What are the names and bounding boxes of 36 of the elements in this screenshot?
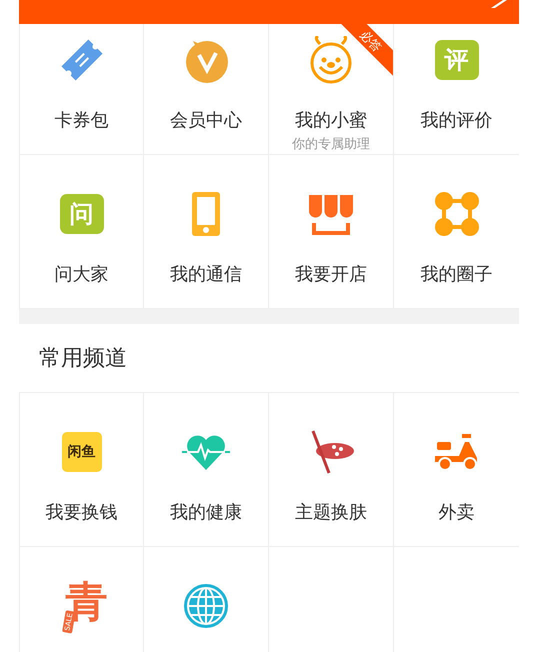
section-title: 常用频道 [38, 345, 128, 373]
menu-tile[interactable]: 我要开店 [269, 155, 394, 309]
tile-label: 卡券包 [54, 109, 108, 132]
menu-tile[interactable]: 评 我的评价 [394, 24, 519, 155]
menu-tile[interactable]: 问 问大家 [19, 155, 144, 309]
tile-label: 我的通信 [170, 263, 242, 286]
ticket-icon [58, 37, 104, 83]
tile-label: 我要开店 [295, 263, 367, 286]
menu-tile[interactable]: 会员中心 [144, 24, 269, 155]
menu-tile[interactable]: 外卖 [394, 393, 519, 547]
menu-tile[interactable]: 我的通信 [144, 155, 269, 309]
tile-label: 外卖 [438, 501, 474, 524]
tile-label: 会员中心 [170, 109, 242, 132]
four-circles-icon [434, 191, 480, 237]
tile-label: 主题换肤 [295, 501, 367, 524]
tile-label: 我的圈子 [420, 263, 492, 286]
tile-label: 我的健康 [170, 501, 242, 524]
globe-icon [183, 583, 229, 629]
shop-awning-icon [308, 193, 354, 235]
speech-bubble-icon: 问 [60, 194, 104, 234]
menu-tile[interactable]: 我的小蜜 你的专属助理 必答 [269, 24, 394, 155]
menu-tile[interactable]: 我的健康 [144, 393, 269, 547]
tile-label: 问大家 [54, 263, 108, 286]
phone-icon [191, 191, 221, 237]
logo-icon: 闲鱼 [62, 432, 102, 472]
speech-bubble-icon: 评 [434, 40, 478, 80]
bee-face-icon [308, 36, 354, 84]
menu-tile[interactable]: 卡券包 [19, 24, 144, 155]
menu-tile[interactable]: 闲鱼 我要换钱 [19, 393, 144, 547]
menu-tile[interactable]: 我的圈子 [394, 155, 519, 309]
menu-tile[interactable]: 主题换肤 [269, 393, 394, 547]
tile-subtitle: 你的专属助理 [292, 136, 370, 153]
tile-label: 我的小蜜 [295, 109, 367, 132]
scooter-icon [434, 432, 480, 472]
tile-label: 我要换钱 [46, 501, 118, 524]
tile-label: 我的评价 [420, 109, 492, 132]
